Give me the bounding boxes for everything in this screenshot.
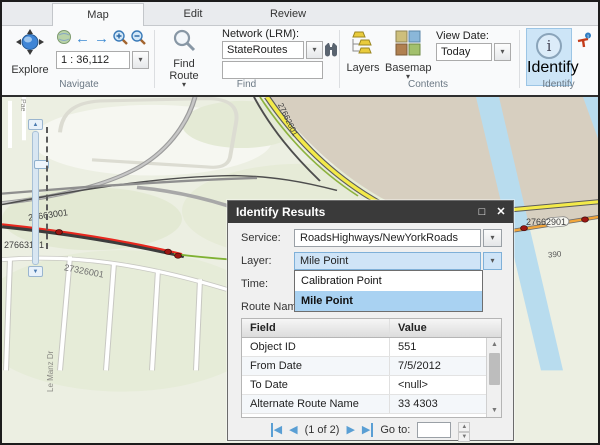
zoom-out-icon[interactable]: [130, 29, 146, 50]
map-scale-value: 1 : 36,112: [56, 51, 130, 69]
previous-page-icon[interactable]: ◀: [289, 423, 297, 437]
table-header-value[interactable]: Value: [390, 319, 486, 337]
next-extent-icon[interactable]: →: [93, 31, 110, 47]
scroll-down-icon[interactable]: ▼: [487, 404, 502, 417]
layers-button[interactable]: Layers: [345, 30, 381, 74]
layers-tree-icon: [350, 43, 376, 60]
next-page-icon[interactable]: ▶: [346, 423, 354, 437]
time-label: Time:: [241, 278, 268, 290]
explore-button[interactable]: Explore: [8, 29, 52, 75]
network-lrm-label: Network (LRM):: [222, 28, 299, 40]
layer-label: Layer:: [241, 255, 272, 267]
service-combo[interactable]: RoadsHighways/NewYorkRoads ▾: [294, 229, 502, 247]
zoom-slider-up-icon[interactable]: ▲: [28, 119, 43, 130]
street-label-le-manz-dr: Le Manz Dr: [46, 351, 55, 392]
identify-results-dialog: Identify Results □ ✕ Service: RoadsHighw…: [227, 200, 514, 441]
network-lrm-dropdown-icon[interactable]: ▾: [306, 41, 323, 59]
layer-value: Mile Point: [294, 252, 481, 270]
cell-value: 551: [390, 338, 486, 356]
view-date-dropdown-icon[interactable]: ▾: [494, 43, 511, 61]
network-lrm-value: StateRoutes: [222, 41, 304, 59]
identify-route-tool-icon[interactable]: i: [576, 32, 593, 54]
route-shield-390: 390: [548, 249, 562, 259]
table-row[interactable]: To Date <null>: [242, 376, 501, 395]
layer-option-calibration-point[interactable]: Calibration Point: [295, 271, 482, 291]
group-label-find: Find: [154, 79, 339, 90]
cell-value: <null>: [390, 376, 486, 394]
page-indicator: (1 of 2): [305, 424, 340, 436]
street-label-top: Pae: [19, 99, 26, 111]
goto-label: Go to:: [380, 424, 410, 436]
binoculars-icon[interactable]: [323, 42, 339, 62]
service-label: Service:: [241, 232, 281, 244]
view-date-value: Today: [436, 43, 492, 61]
table-scrollbar[interactable]: ▲ ▼: [486, 338, 501, 417]
explore-compass-icon: [13, 46, 47, 63]
explore-label: Explore: [8, 64, 52, 76]
scroll-up-icon[interactable]: ▲: [487, 338, 502, 351]
full-extent-globe-icon[interactable]: [56, 29, 72, 50]
tab-review[interactable]: Review: [242, 2, 334, 26]
layer-combo[interactable]: Mile Point ▾: [294, 252, 502, 270]
layer-option-mile-point[interactable]: Mile Point: [295, 291, 482, 311]
find-route-magnifier-icon: [171, 40, 197, 57]
last-page-icon[interactable]: ▶: [362, 423, 373, 437]
spinner-down-icon[interactable]: ▼: [458, 432, 470, 442]
dialog-title: Identify Results: [228, 201, 513, 223]
cell-field: To Date: [242, 376, 390, 394]
previous-extent-icon[interactable]: ←: [74, 31, 91, 47]
cell-field: Alternate Route Name: [242, 395, 390, 413]
layer-dropdown-icon[interactable]: ▾: [483, 252, 502, 270]
zoom-slider-track[interactable]: [32, 131, 39, 265]
zoom-slider-down-icon[interactable]: ▼: [28, 266, 43, 277]
zoom-in-icon[interactable]: [112, 29, 128, 50]
results-pagination: ◀ ◀ (1 of 2) ▶ ▶ Go to: ▲▼: [228, 421, 513, 439]
group-label-contents: Contents: [339, 79, 517, 90]
view-date-combo[interactable]: Today ▾: [436, 43, 511, 61]
map-scale-dropdown-icon[interactable]: ▾: [132, 51, 149, 69]
spinner-up-icon[interactable]: ▲: [458, 422, 470, 432]
tab-edit[interactable]: Edit: [147, 2, 239, 26]
goto-spinner[interactable]: ▲▼: [458, 422, 470, 438]
identify-info-icon: i: [536, 33, 562, 59]
cell-value: 33 4303: [390, 395, 486, 413]
maximize-icon[interactable]: □: [473, 201, 491, 223]
first-page-icon[interactable]: ◀: [271, 423, 282, 437]
service-dropdown-icon[interactable]: ▾: [483, 229, 502, 247]
service-value: RoadsHighways/NewYorkRoads: [294, 229, 481, 247]
scrollbar-thumb[interactable]: [489, 353, 500, 385]
route-label-ne: 27662901: [526, 217, 566, 227]
table-header-field[interactable]: Field: [242, 319, 390, 337]
cell-field: From Date: [242, 357, 390, 375]
tab-map[interactable]: Map: [52, 3, 144, 26]
cell-field: Object ID: [242, 338, 390, 356]
table-row[interactable]: Object ID 551: [242, 338, 501, 357]
identify-button[interactable]: i Identify: [526, 28, 572, 86]
view-date-label: View Date:: [436, 30, 489, 42]
app-window: Map Edit Review Explore ←: [0, 0, 600, 445]
group-label-identify: Identify: [519, 79, 598, 90]
map-canvas[interactable]: 27663001 27663101 27662901 27662601 2732…: [2, 95, 598, 443]
basemap-tiles-icon: [395, 43, 421, 60]
layers-label: Layers: [345, 62, 381, 74]
network-lrm-combo[interactable]: StateRoutes ▾: [222, 41, 323, 59]
layer-dropdown-list: Calibration Point Mile Point: [294, 270, 483, 312]
map-scale-combo[interactable]: 1 : 36,112 ▾: [56, 51, 149, 69]
find-route-label-line1: Find: [158, 58, 210, 70]
close-icon[interactable]: ✕: [492, 201, 510, 223]
basemap-button[interactable]: Basemap ▾: [385, 30, 431, 80]
ribbon: Explore ← → 1 : 36,112 ▾ Navigate: [2, 26, 598, 95]
identify-label: Identify: [527, 59, 571, 77]
route-input-value: [222, 61, 323, 79]
attributes-table: Field Value Object ID 551 From Date 7/5/…: [241, 318, 502, 418]
table-row[interactable]: Alternate Route Name 33 4303: [242, 395, 501, 414]
cell-value: 7/5/2012: [390, 357, 486, 375]
route-input[interactable]: [222, 61, 323, 79]
table-header-row: Field Value: [242, 319, 501, 338]
ribbon-tabstrip: Map Edit Review: [2, 2, 598, 26]
zoom-slider-ticks: [46, 127, 48, 249]
goto-page-input[interactable]: [417, 422, 451, 438]
table-row[interactable]: From Date 7/5/2012: [242, 357, 501, 376]
group-label-navigate: Navigate: [4, 79, 154, 90]
